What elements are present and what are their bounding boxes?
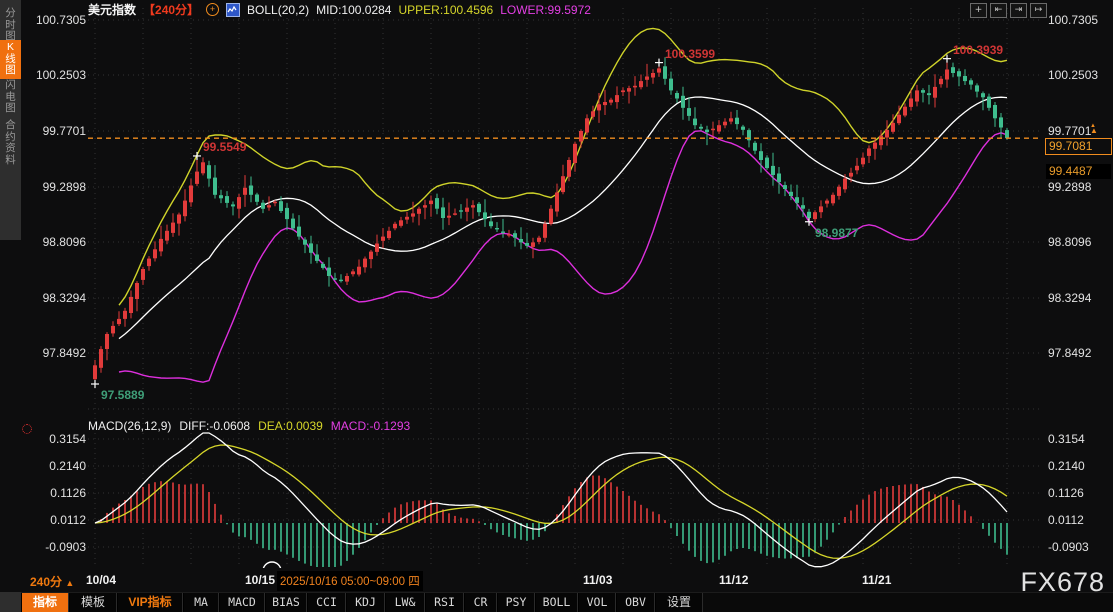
price-annotation: 98.9877 bbox=[815, 226, 858, 240]
toolbar-settings[interactable]: 设置 bbox=[655, 593, 703, 612]
macd-tick-label: 0.3154 bbox=[1048, 432, 1085, 446]
chart-type-icon[interactable] bbox=[226, 3, 240, 17]
pan-end-icon[interactable]: ⇥ bbox=[1010, 3, 1027, 18]
toolbar-bias[interactable]: BIAS bbox=[265, 593, 307, 612]
add-indicator-icon[interactable]: + bbox=[206, 3, 219, 16]
price-annotation: 99.5549 bbox=[203, 140, 246, 154]
last-price-badge: 99.7081 bbox=[1045, 138, 1112, 155]
sidebar-tab-kline-chart[interactable]: K线图 bbox=[0, 40, 21, 79]
price-tick-label: 98.8096 bbox=[1048, 235, 1091, 249]
toolbar-obv[interactable]: OBV bbox=[616, 593, 655, 612]
macd-tick-label: 0.3154 bbox=[20, 432, 86, 446]
price-tick-label: 99.2898 bbox=[20, 180, 86, 194]
band-price-badge: 99.4487 bbox=[1046, 164, 1111, 179]
macd-tick-label: 0.2140 bbox=[20, 459, 86, 473]
indicator-marker-icon[interactable] bbox=[22, 424, 32, 434]
toolbar-lw[interactable]: LW& bbox=[385, 593, 425, 612]
macd-tick-label: 0.0112 bbox=[1048, 513, 1084, 527]
price-tick-label: 99.2898 bbox=[1048, 180, 1091, 194]
boll-label: BOLL(20,2) bbox=[247, 3, 309, 17]
hover-time-tooltip: 2025/10/16 05:00~09:00 四 bbox=[277, 571, 423, 591]
period-selector[interactable]: 240分 ▲ bbox=[30, 573, 74, 590]
macd-tick-label: 0.1126 bbox=[20, 486, 86, 500]
time-tick-label: 11/12 bbox=[719, 573, 748, 587]
macd-header: MACD(26,12,9) DIFF:-0.0608 DEA:0.0039 MA… bbox=[88, 419, 410, 433]
price-annotation: 97.5889 bbox=[101, 388, 144, 402]
chart-canvas[interactable] bbox=[0, 0, 1113, 612]
price-annotation: 100.3599 bbox=[665, 47, 715, 61]
go-latest-icon[interactable]: ↦ bbox=[1030, 3, 1047, 18]
period-tag: 【240分】 bbox=[143, 1, 199, 18]
crosshair-icon[interactable]: + bbox=[970, 3, 987, 18]
toolbar-macd[interactable]: MACD bbox=[219, 593, 265, 612]
sidebar-tab-contract-info[interactable]: 合约资料 bbox=[0, 118, 21, 168]
price-tick-label: 100.7305 bbox=[20, 13, 86, 27]
pan-start-icon[interactable]: ⇤ bbox=[990, 3, 1007, 18]
price-tick-label: 100.7305 bbox=[1048, 13, 1098, 27]
macd-tick-label: 0.2140 bbox=[1048, 459, 1085, 473]
time-axis: 240分 ▲ 10/0410/152411/0311/1211/21 2025/… bbox=[0, 570, 1113, 592]
price-tick-label: 100.2503 bbox=[20, 68, 86, 82]
time-tick-label: 11/03 bbox=[583, 573, 612, 587]
sidebar-tab-lightning-chart[interactable]: 闪电图 bbox=[0, 78, 21, 117]
sidebar: 分时图K线图闪电图合约资料 bbox=[0, 0, 21, 612]
chart-tools: +⇤⇥↦ bbox=[970, 3, 1047, 18]
title-bar: 美元指数 【240分】 + BOLL(20,2) MID:100.0284 UP… bbox=[88, 2, 591, 17]
macd-tick-label: 0.1126 bbox=[1048, 486, 1084, 500]
price-tick-label: 100.2503 bbox=[1048, 68, 1098, 82]
macd-diff-value: DIFF:-0.0608 bbox=[179, 419, 250, 433]
time-tick-label: 11/21 bbox=[862, 573, 891, 587]
indicator-toolbar: 指标模板VIP指标MAMACDBIASCCIKDJLW&RSICRPSYBOLL… bbox=[21, 592, 1113, 612]
toolbar-indicator[interactable]: 指标 bbox=[21, 593, 69, 612]
sidebar-tab-time-chart[interactable]: 分时图 bbox=[0, 6, 21, 45]
price-tick-label: 99.7701 bbox=[1048, 124, 1091, 138]
price-tick-label: 98.3294 bbox=[20, 291, 86, 305]
toolbar-ma[interactable]: MA bbox=[183, 593, 219, 612]
time-tick-label: 10/15 bbox=[245, 573, 275, 587]
macd-tick-label: 0.0112 bbox=[20, 513, 86, 527]
toolbar-rsi[interactable]: RSI bbox=[425, 593, 464, 612]
price-up-arrow-icon: ▲ bbox=[1090, 123, 1096, 129]
toolbar-vip-indicator[interactable]: VIP指标 bbox=[117, 593, 183, 612]
price-annotation: 100.3939 bbox=[953, 43, 1003, 57]
toolbar-template[interactable]: 模板 bbox=[69, 593, 117, 612]
price-tick-label: 97.8492 bbox=[1048, 346, 1091, 360]
toolbar-cci[interactable]: CCI bbox=[307, 593, 346, 612]
boll-lower-value: LOWER:99.5972 bbox=[500, 3, 591, 17]
price-tick-label: 97.8492 bbox=[20, 346, 86, 360]
boll-upper-value: UPPER:100.4596 bbox=[398, 3, 493, 17]
price-tick-label: 98.8096 bbox=[20, 235, 86, 249]
price-tick-label: 98.3294 bbox=[1048, 291, 1091, 305]
macd-tick-label: -0.0903 bbox=[20, 540, 86, 554]
toolbar-psy[interactable]: PSY bbox=[497, 593, 535, 612]
toolbar-boll[interactable]: BOLL bbox=[535, 593, 578, 612]
price-tick-label: 99.7701 bbox=[20, 124, 86, 138]
symbol-name: 美元指数 bbox=[88, 1, 136, 18]
macd-macd-value: MACD:-0.1293 bbox=[331, 419, 410, 433]
toolbar-corner bbox=[0, 592, 21, 612]
macd-tick-label: -0.0903 bbox=[1048, 540, 1089, 554]
toolbar-vol[interactable]: VOL bbox=[578, 593, 616, 612]
macd-title: MACD(26,12,9) bbox=[88, 419, 171, 433]
boll-mid-value: MID:100.0284 bbox=[316, 3, 391, 17]
macd-dea-value: DEA:0.0039 bbox=[258, 419, 323, 433]
toolbar-kdj[interactable]: KDJ bbox=[346, 593, 385, 612]
app-window: 分时图K线图闪电图合约资料 美元指数 【240分】 + BOLL(20,2) M… bbox=[0, 0, 1113, 612]
time-tick-label: 10/04 bbox=[86, 573, 116, 587]
toolbar-cr[interactable]: CR bbox=[464, 593, 497, 612]
